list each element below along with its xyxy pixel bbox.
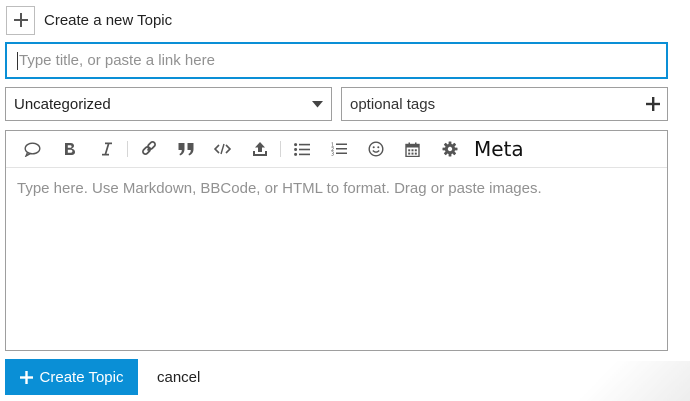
link-button[interactable] [130,134,167,164]
code-icon [214,143,231,155]
quote-reply-button[interactable] [14,134,51,164]
category-select[interactable]: Uncategorized [5,87,332,121]
calendar-icon [405,142,420,157]
category-selected-value: Uncategorized [14,95,111,113]
link-icon [141,141,156,155]
toolbar-separator [280,141,281,157]
text-caret [17,51,18,70]
meta-label: Meta [474,137,524,161]
quote-bubble-icon [24,141,41,157]
create-topic-button[interactable]: Create Topic [5,359,138,395]
editor-textarea[interactable]: Type here. Use Markdown, BBCode, or HTML… [6,168,667,209]
insert-date-button[interactable] [394,134,431,164]
blockquote-icon [178,143,193,156]
create-topic-label: Create Topic [39,368,124,386]
svg-text:3: 3 [331,152,334,157]
numbered-list-button[interactable]: 1 2 3 [320,134,357,164]
add-tag-plus-icon[interactable] [646,97,660,111]
topic-title-placeholder: Type title, or paste a link here [19,52,215,69]
emoji-button[interactable] [357,134,394,164]
topic-title-input[interactable]: Type title, or paste a link here [5,42,668,79]
composer-header: Create a new Topic [6,5,173,35]
corner-shadow [540,361,690,401]
italic-icon [101,142,112,156]
toolbar-separator [127,141,128,157]
plus-icon [19,370,33,384]
gear-icon [442,141,457,157]
options-gear-button[interactable] [431,134,468,164]
upload-button[interactable] [241,134,278,164]
emoji-icon [367,141,384,157]
plus-icon [13,13,28,27]
bullet-list-button[interactable] [283,134,320,164]
blockquote-button[interactable] [167,134,204,164]
composer-title: Create a new Topic [44,11,173,29]
tags-input[interactable]: optional tags [341,87,668,121]
composer-editor: 1 2 3 Meta Type here. Use Markdown, BBCo… [5,130,668,351]
cancel-link[interactable]: cancel [157,369,200,386]
bold-button[interactable] [51,134,88,164]
editor-toolbar: 1 2 3 Meta [6,131,667,168]
italic-button[interactable] [88,134,125,164]
bold-icon [64,143,75,155]
code-button[interactable] [204,134,241,164]
new-topic-plus-button[interactable] [6,5,35,35]
editor-placeholder: Type here. Use Markdown, BBCode, or HTML… [17,180,542,197]
numbered-list-icon: 1 2 3 [331,143,347,157]
upload-icon [252,142,267,156]
bullet-list-icon [293,142,310,156]
caret-down-icon [312,100,323,107]
tags-placeholder: optional tags [350,95,436,113]
